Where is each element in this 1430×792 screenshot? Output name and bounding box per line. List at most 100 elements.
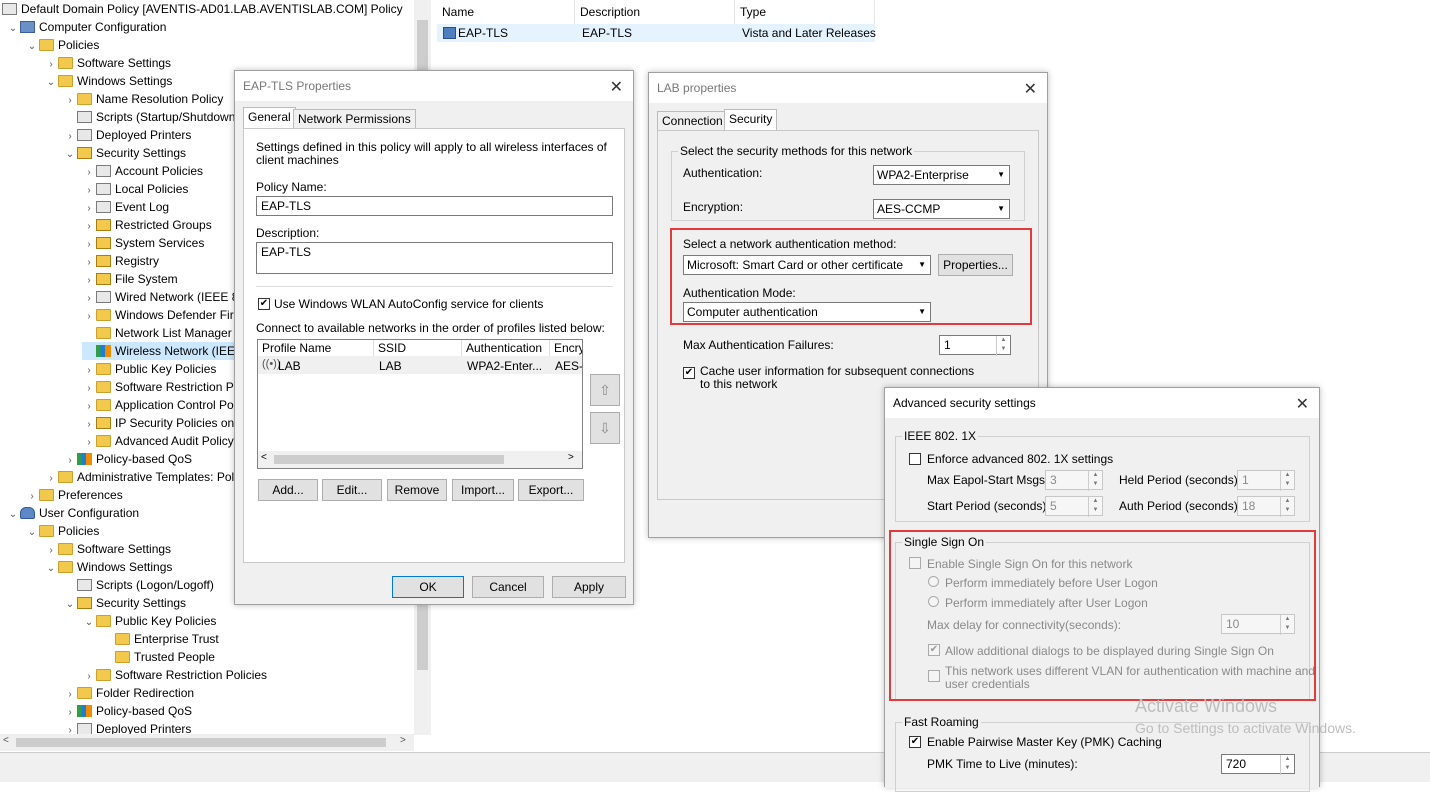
tree-node[interactable]: Enterprise Trust <box>101 630 219 648</box>
tree-node[interactable]: › Folder Redirection <box>63 684 194 702</box>
scroll-left-icon[interactable]: < <box>261 452 267 463</box>
tree-node[interactable]: › Policy-based QoS <box>63 702 192 720</box>
spinner-icon[interactable]: ▲ ▼ <box>1280 497 1294 517</box>
expanded-chevron-icon[interactable]: ⌄ <box>44 74 58 92</box>
tree-node[interactable]: ⌄ Computer Configuration <box>6 18 167 38</box>
tab-connection[interactable]: Connection <box>657 111 728 131</box>
add-button[interactable]: Add... <box>258 479 318 501</box>
tree-root[interactable]: Default Domain Policy [AVENTIS-AD01.LAB.… <box>2 0 403 18</box>
tree-node[interactable]: › Software Restriction Policies <box>82 666 267 684</box>
spinner-icon[interactable]: ▲ ▼ <box>996 336 1010 356</box>
enforce-8021x-checkbox[interactable] <box>909 453 921 465</box>
tree-node[interactable]: › Preferences <box>25 486 122 504</box>
authentication-select[interactable]: WPA2-Enterprise ▼ <box>873 165 1010 185</box>
expanded-chevron-icon[interactable]: ⌄ <box>6 506 20 524</box>
lv-horizontal-scrollbar[interactable]: < > <box>258 451 582 468</box>
tree-node[interactable]: ⌄ Public Key Policies <box>82 612 217 632</box>
tree-node[interactable]: › Restricted Groups <box>82 216 212 234</box>
expanded-chevron-icon[interactable]: ⌄ <box>63 146 77 164</box>
lv-header-profile[interactable]: Profile Name <box>258 340 374 356</box>
expanded-chevron-icon[interactable]: ⌄ <box>44 560 58 578</box>
max-auth-failures-label: Max Authentication Failures: <box>683 338 834 352</box>
chart-icon <box>77 453 92 465</box>
column-header-name[interactable]: Name <box>437 0 575 24</box>
spinner-icon[interactable]: ▲ ▼ <box>1280 471 1294 491</box>
column-header-type[interactable]: Type <box>735 0 875 24</box>
tree-node[interactable]: › Policy-based QoS <box>63 450 192 468</box>
tree-node[interactable]: › Registry <box>82 252 159 270</box>
pmk-ttl-label: PMK Time to Live (minutes): <box>927 757 1078 771</box>
export-button[interactable]: Export... <box>518 479 584 501</box>
expanded-chevron-icon[interactable]: ⌄ <box>63 596 77 614</box>
tree-node[interactable]: ⌄ Windows Settings <box>44 558 173 578</box>
expanded-chevron-icon[interactable]: ⌄ <box>25 524 39 542</box>
tree-node-label: Security Settings <box>96 146 187 160</box>
edit-button[interactable]: Edit... <box>322 479 382 501</box>
tree-node[interactable]: › Public Key Policies <box>82 360 216 378</box>
tree-node[interactable]: ⌄ User Configuration <box>6 504 139 522</box>
encryption-select[interactable]: AES-CCMP ▼ <box>873 199 1010 219</box>
spinner-icon[interactable]: ▲ ▼ <box>1088 497 1102 517</box>
close-icon[interactable]: ✕ <box>1024 79 1037 99</box>
tree-node[interactable]: Trusted People <box>101 648 215 666</box>
scroll-right-icon[interactable]: > <box>568 452 574 463</box>
tree-node[interactable]: › Event Log <box>82 198 169 216</box>
autoconfig-checkbox[interactable]: ✔ <box>258 298 270 310</box>
tree-node[interactable]: › Local Policies <box>82 180 188 198</box>
spinner-icon[interactable]: ▲ ▼ <box>1280 755 1294 775</box>
profiles-listview[interactable]: Profile Name SSID Authentication Encry (… <box>257 339 583 469</box>
import-button[interactable]: Import... <box>452 479 514 501</box>
dialog-title: EAP-TLS Properties <box>243 79 352 93</box>
tab-security[interactable]: Security <box>724 109 778 131</box>
scroll-right-icon[interactable]: > <box>400 735 406 746</box>
lv-header-authentication[interactable]: Authentication <box>462 340 550 356</box>
tree-node[interactable]: › Account Policies <box>82 162 203 180</box>
pmk-caching-checkbox[interactable]: ✔ <box>909 736 921 748</box>
tree-node[interactable]: ⌄ Policies <box>25 522 100 542</box>
tree-node-label: System Services <box>115 236 205 250</box>
tree-node[interactable]: › Software Settings <box>44 540 171 558</box>
close-icon[interactable]: ✕ <box>610 77 623 97</box>
eap-tls-properties-dialog[interactable]: EAP-TLS Properties ✕ General Network Per… <box>234 70 634 605</box>
tree-node[interactable]: ⌄ Windows Settings <box>44 72 173 92</box>
tree-horizontal-scrollbar[interactable]: < > <box>0 734 414 751</box>
remove-button[interactable]: Remove <box>387 479 447 501</box>
tree-node[interactable]: › Software Settings <box>44 54 171 72</box>
lv-header-encryption[interactable]: Encry <box>550 340 582 356</box>
column-header-description[interactable]: Description <box>575 0 735 24</box>
spinner-icon[interactable]: ▲ ▼ <box>1088 471 1102 491</box>
ok-button[interactable]: OK <box>392 576 464 598</box>
tree-node[interactable]: › System Services <box>82 234 204 252</box>
lv-row-enc: AES-C <box>555 359 583 373</box>
tree-node[interactable]: Scripts (Logon/Logoff) <box>63 576 214 594</box>
tree-node-label: Restricted Groups <box>115 218 212 232</box>
scroll-left-icon[interactable]: < <box>3 735 9 746</box>
apply-button[interactable]: Apply <box>552 576 626 598</box>
scroll-thumb[interactable] <box>16 738 386 747</box>
lv-header-ssid[interactable]: SSID <box>374 340 462 356</box>
dialog-title: LAB properties <box>657 81 737 95</box>
expanded-chevron-icon[interactable]: ⌄ <box>25 38 39 56</box>
move-up-button[interactable]: ⇧ <box>590 374 620 406</box>
tab-network-permissions[interactable]: Network Permissions <box>293 109 416 129</box>
tree-node[interactable]: › Deployed Printers <box>63 126 191 144</box>
expanded-chevron-icon[interactable]: ⌄ <box>82 614 96 632</box>
policy-name-input[interactable]: EAP-TLS <box>256 196 613 216</box>
tree-node[interactable]: Scripts (Startup/Shutdown) <box>63 108 239 126</box>
tree-node[interactable]: ⌄ Security Settings <box>63 594 186 612</box>
tree-node[interactable]: › Name Resolution Policy <box>63 90 223 108</box>
tree-node[interactable]: ⌄ Policies <box>25 36 100 56</box>
tree-node[interactable]: ⌄ Security Settings <box>63 144 186 162</box>
tree-node[interactable]: › File System <box>82 270 177 288</box>
cancel-button[interactable]: Cancel <box>472 576 544 598</box>
move-down-button[interactable]: ⇩ <box>590 412 620 444</box>
expanded-chevron-icon[interactable]: ⌄ <box>6 20 20 38</box>
cache-user-info-checkbox[interactable]: ✔ <box>683 367 695 379</box>
close-icon[interactable]: ✕ <box>1296 394 1309 414</box>
intro-text: Settings defined in this policy will app… <box>256 140 607 167</box>
scroll-thumb[interactable] <box>274 455 504 464</box>
policy-icon <box>96 165 111 177</box>
description-input[interactable]: EAP-TLS <box>256 242 613 274</box>
highlight-box-single-sign-on <box>889 530 1316 701</box>
tab-general[interactable]: General <box>243 107 296 129</box>
